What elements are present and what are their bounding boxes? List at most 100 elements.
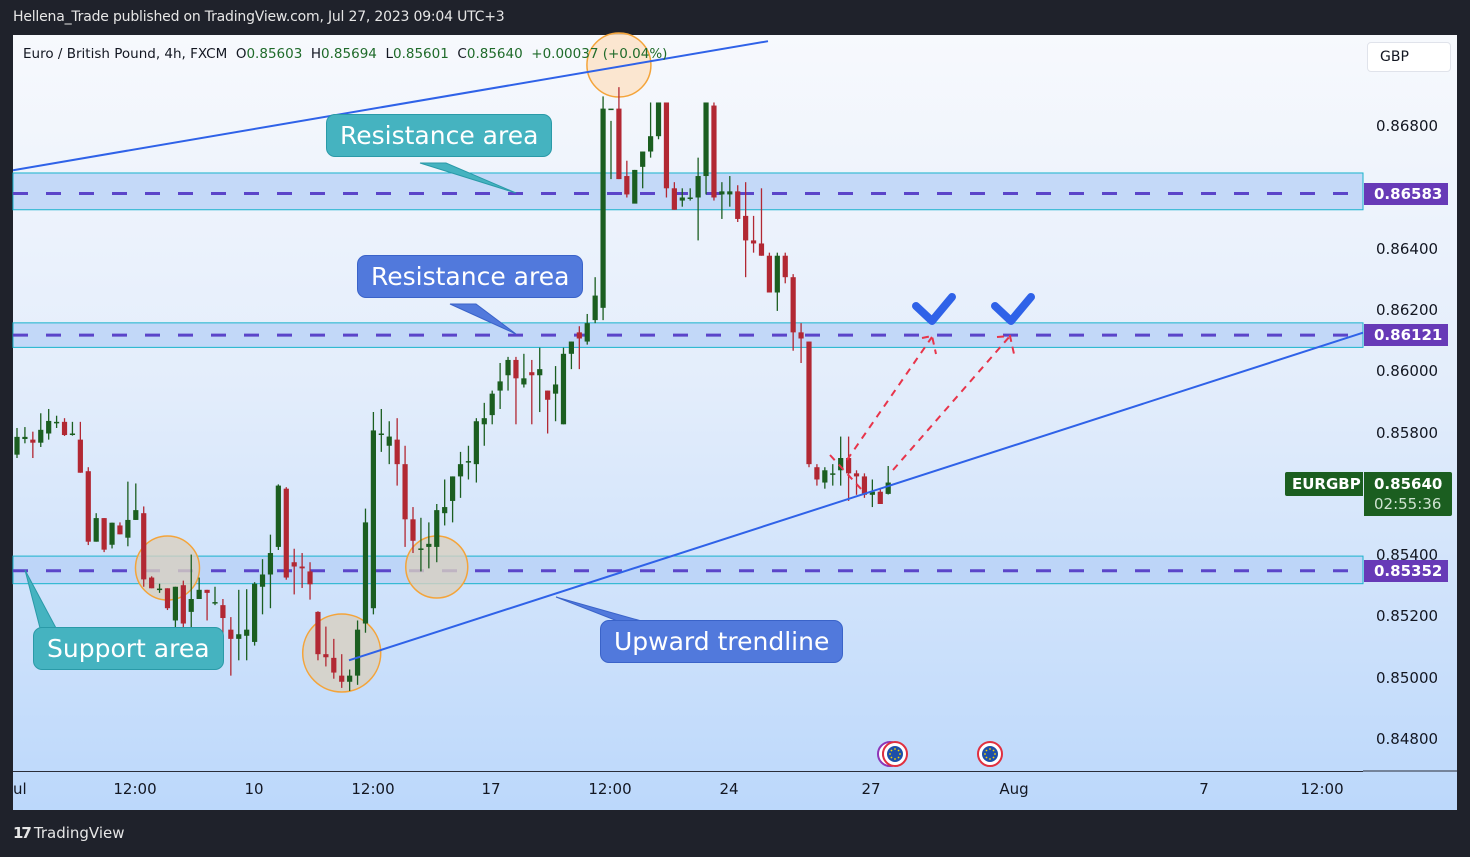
candle-body xyxy=(560,353,567,425)
time-tick: 24 xyxy=(719,780,739,798)
candle-body xyxy=(790,277,796,333)
candle-body xyxy=(513,359,519,379)
price-tick: 0.84800 xyxy=(1376,730,1439,748)
price-tick: 0.86000 xyxy=(1376,362,1439,381)
candle-body xyxy=(537,369,543,376)
candle-body xyxy=(489,393,495,416)
candle-body xyxy=(252,583,258,642)
candle-body xyxy=(584,323,590,342)
candle-body xyxy=(695,176,701,198)
candle-body xyxy=(362,522,369,624)
chart-canvas[interactable] xyxy=(0,0,1470,857)
time-tick: ul xyxy=(13,780,27,798)
candle-body xyxy=(410,519,416,541)
candle-body xyxy=(600,108,606,308)
candle-body xyxy=(735,191,741,219)
candle-body xyxy=(244,629,250,636)
low-value: 0.85601 xyxy=(393,46,449,62)
candle-body xyxy=(616,108,622,180)
eu-star xyxy=(897,749,900,752)
time-tick: 10 xyxy=(244,780,264,798)
candle-body xyxy=(774,255,780,293)
candle-body xyxy=(592,295,598,321)
candle-body xyxy=(758,243,765,256)
candle-body xyxy=(830,473,836,475)
candle-body xyxy=(188,599,194,612)
candle-body xyxy=(608,108,614,111)
candle-body xyxy=(632,169,638,204)
eu-star xyxy=(890,756,893,759)
candle-body xyxy=(339,675,345,682)
candle-body xyxy=(806,341,812,465)
candle-body xyxy=(679,197,685,201)
candle-body xyxy=(22,436,28,440)
candle-body xyxy=(54,421,60,424)
candle-body xyxy=(743,215,749,241)
candle-body xyxy=(212,602,218,604)
high-label: H xyxy=(310,46,322,62)
price-tick: 0.85200 xyxy=(1376,607,1439,626)
candle-body xyxy=(46,420,52,434)
close-value: 0.85640 xyxy=(466,46,523,62)
high-value: 0.85694 xyxy=(321,46,377,62)
price-tick: 0.85800 xyxy=(1376,423,1439,442)
candle-body xyxy=(236,634,242,639)
candle-body xyxy=(861,476,868,495)
candle-body xyxy=(885,482,891,494)
candle-body xyxy=(307,571,313,585)
candle-body xyxy=(172,586,178,621)
bar-countdown: 02:55:36 xyxy=(1374,495,1442,513)
open-value: 0.85603 xyxy=(246,46,303,62)
candle-body xyxy=(291,562,297,567)
candle-body xyxy=(61,421,68,436)
eu-star xyxy=(894,758,896,760)
price-label-support: 0.85352 xyxy=(1364,560,1448,582)
candle-body xyxy=(473,421,479,465)
eu-star xyxy=(984,753,986,755)
eu-star xyxy=(985,749,988,752)
time-tick: 12:00 xyxy=(588,780,632,798)
candle-body xyxy=(85,471,91,542)
candle-body xyxy=(149,577,155,589)
candle-body xyxy=(69,433,76,435)
candle-body xyxy=(370,430,376,609)
candle-body xyxy=(315,611,321,655)
time-tick: 17 xyxy=(481,780,501,798)
candle-body xyxy=(648,136,654,152)
candle-body xyxy=(814,467,820,480)
candle-body xyxy=(457,464,464,477)
candle-body xyxy=(220,605,226,619)
candle-body xyxy=(259,574,266,587)
eu-star xyxy=(899,753,901,755)
tradingview-logo[interactable]: 17 TradingView xyxy=(13,824,125,842)
currency-button[interactable]: GBP xyxy=(1367,42,1451,72)
candle-body xyxy=(394,439,400,465)
time-axis[interactable] xyxy=(13,771,1363,811)
candle-body xyxy=(283,488,289,578)
symbol-description: Euro / British Pound, 4h, FXCM xyxy=(23,46,228,62)
eu-star xyxy=(994,753,996,755)
low-label: L xyxy=(385,46,393,62)
time-tick: 12:00 xyxy=(1300,780,1344,798)
candle-body xyxy=(624,176,630,195)
candle-body xyxy=(133,510,139,520)
candle-body xyxy=(117,525,123,535)
time-tick: Aug xyxy=(999,780,1029,798)
candle-body xyxy=(497,381,503,391)
tradingview-wordmark: TradingView xyxy=(33,824,125,842)
callout-trendline: Upward trendline xyxy=(600,620,844,663)
eu-star xyxy=(890,749,893,752)
price-tick: 0.86400 xyxy=(1376,239,1439,258)
current-price-label: 0.85640 02:55:36 xyxy=(1364,472,1452,516)
candle-body xyxy=(77,439,83,473)
callout-resistance-lower: Resistance area xyxy=(357,255,584,298)
time-tick: 27 xyxy=(861,780,881,798)
candle-body xyxy=(101,518,107,550)
candle-body xyxy=(846,458,852,474)
level-zone-0 xyxy=(12,172,1364,211)
candle-body xyxy=(465,461,472,463)
candle-body xyxy=(204,589,210,593)
eu-star xyxy=(992,749,995,752)
candle-body xyxy=(505,359,511,376)
candle-body xyxy=(719,191,725,195)
